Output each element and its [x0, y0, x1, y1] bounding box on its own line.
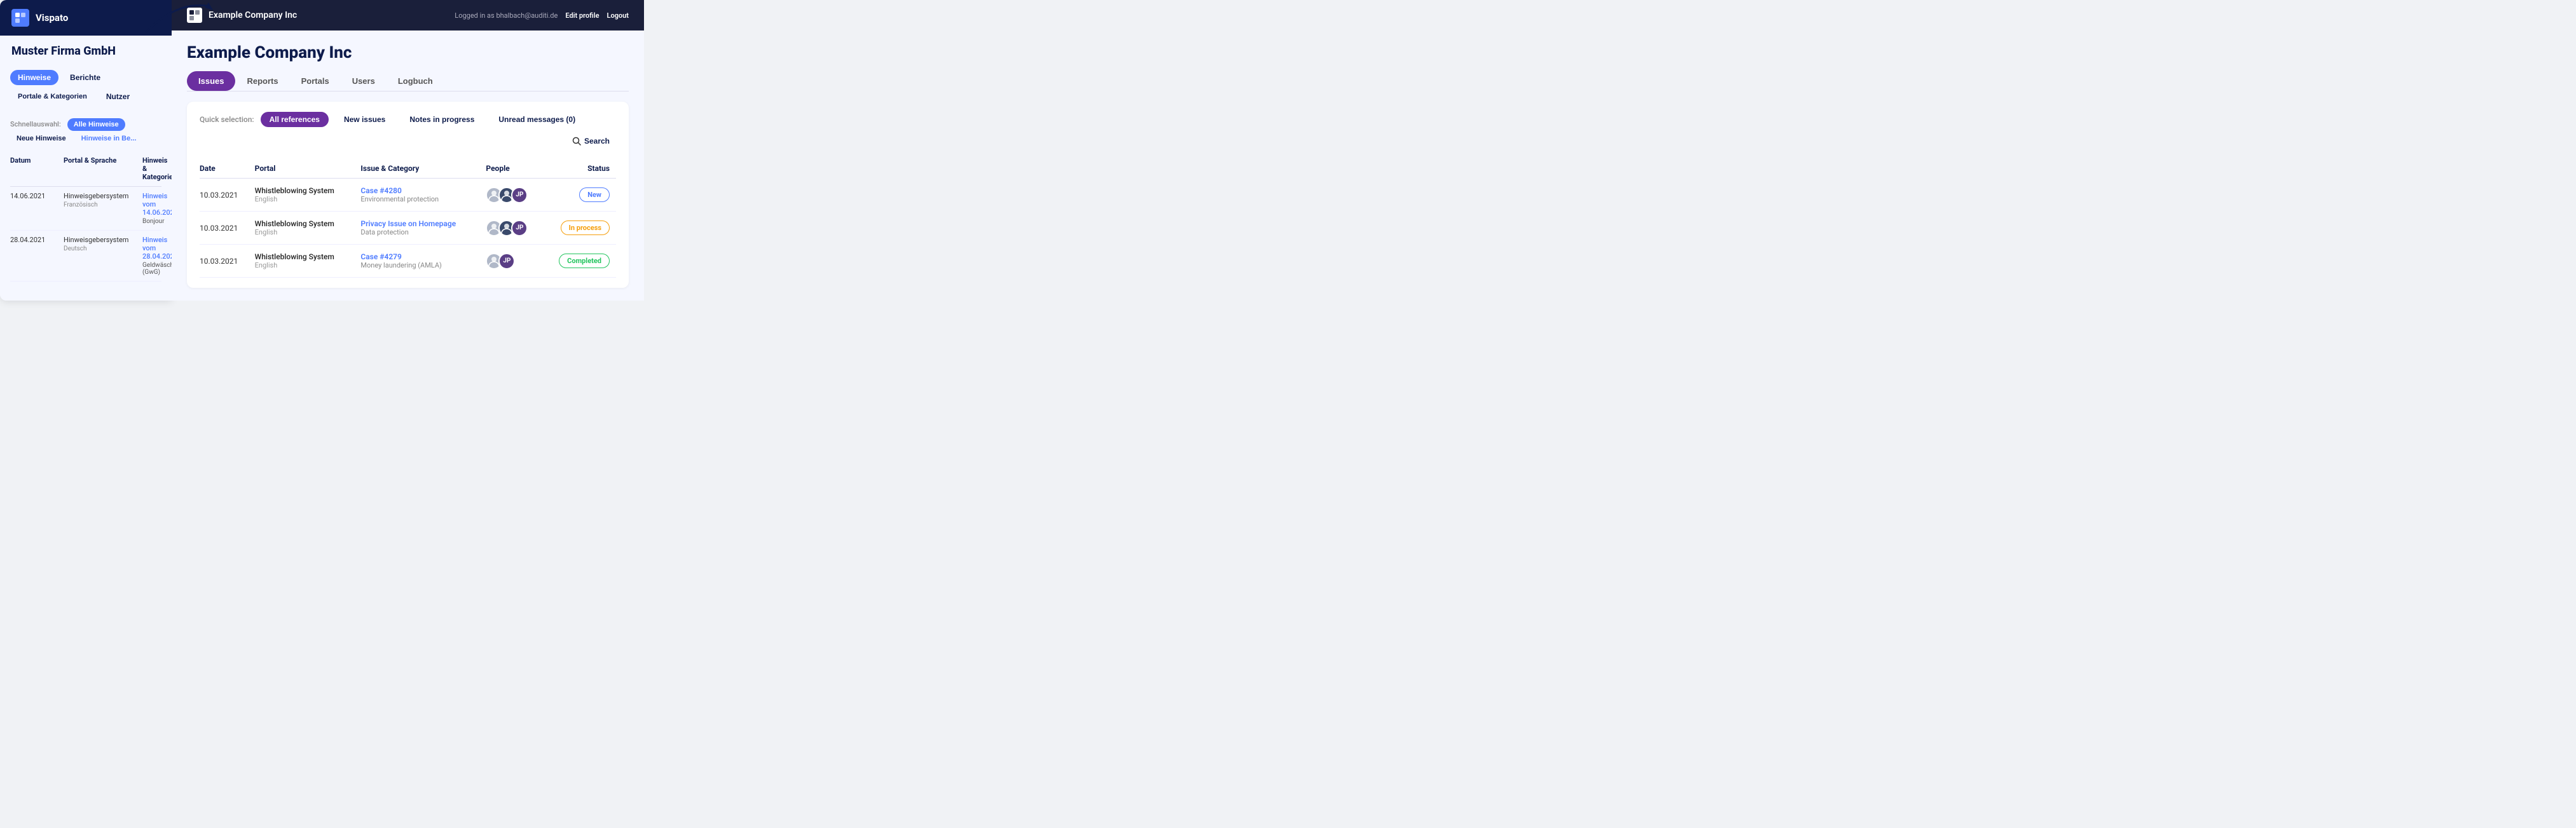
left-quick-label: Schnellauswahl: [10, 120, 61, 128]
search-button[interactable]: Search [566, 133, 616, 149]
left-quick-section: Schnellauswahl: Alle Hinweise Neue Hinwe… [0, 111, 172, 151]
table-row: 14.06.2021 Hinweisgebersystem Französisc… [10, 187, 161, 231]
topbar-edit-profile[interactable]: Edit profile [565, 11, 599, 20]
left-company-section: Muster Firma GmbH [0, 36, 172, 64]
left-quick-inprogress[interactable]: Hinweise in Be... [75, 132, 143, 145]
row0-status: New [545, 179, 616, 212]
filter-bar: Quick selection: All references New issu… [200, 112, 616, 149]
row1-date: 10.03.2021 [200, 212, 255, 245]
row2-date: 10.03.2021 [200, 245, 255, 278]
content-card: Quick selection: All references New issu… [187, 102, 629, 288]
left-header: Vispato [0, 0, 172, 36]
table-row: 10.03.2021Whistleblowing SystemEnglishCa… [200, 179, 616, 212]
left-row2-date: 28.04.2021 [10, 236, 61, 244]
status-badge: New [579, 187, 610, 202]
left-panel: Vispato Muster Firma GmbH Hinweise Beric… [0, 0, 172, 301]
filter-new-issues[interactable]: New issues [335, 112, 394, 127]
table-row: 10.03.2021Whistleblowing SystemEnglishCa… [200, 245, 616, 278]
left-col-datum: Datum [10, 156, 61, 181]
topbar-logged-in: Logged in as bhalbach@auditi.de [455, 11, 558, 20]
left-tab-hinweise[interactable]: Hinweise [10, 70, 58, 85]
left-row1-hinweis: Hinweis vom 14.06.2021 Bonjour [142, 192, 172, 225]
brand-name: Vispato [36, 12, 68, 24]
left-tab-berichte[interactable]: Berichte [62, 70, 108, 85]
tab-portals[interactable]: Portals [290, 71, 341, 91]
tab-logbuch[interactable]: Logbuch [387, 71, 444, 91]
filter-label: Quick selection: [200, 115, 254, 124]
left-table-header: Datum Portal & Sprache Hinweis & Kategor… [10, 151, 161, 187]
status-badge: Completed [559, 254, 610, 268]
row2-people: JP [486, 245, 545, 278]
table-header-row: Date Portal Issue & Category People Stat… [200, 159, 616, 179]
right-main: Example Company Inc Issues Reports Porta… [172, 31, 644, 301]
left-tab-nutzer[interactable]: Nutzer [99, 89, 137, 104]
topbar: Example Company Inc Logged in as bhalbac… [172, 0, 644, 31]
left-row2-hinweis: Hinweis vom 28.04.2021 Geldwäsche (GwG) [142, 236, 172, 276]
row0-portal: Whistleblowing SystemEnglish [255, 179, 361, 212]
avatar: JP [498, 253, 515, 269]
vispato-logo [11, 9, 29, 27]
row0-issue-link[interactable]: Case #4280 [360, 186, 402, 195]
table-row: 10.03.2021Whistleblowing SystemEnglishPr… [200, 212, 616, 245]
table-row: 28.04.2021 Hinweisgebersystem Deutsch Hi… [10, 231, 161, 282]
avatar: JP [511, 187, 528, 203]
topbar-auth: Logged in as bhalbach@auditi.de Edit pro… [455, 11, 629, 20]
topbar-logo: Example Company Inc [187, 8, 297, 23]
left-tab-portale[interactable]: Portale & Kategorien [10, 89, 95, 104]
company-icon [187, 8, 202, 23]
col-status: Status [545, 159, 616, 179]
tab-users[interactable]: Users [341, 71, 387, 91]
left-row1-link[interactable]: Hinweis vom 14.06.2021 [142, 192, 172, 217]
col-date: Date [200, 159, 255, 179]
left-quick-new[interactable]: Neue Hinweise [10, 132, 72, 145]
left-row1-portal: Hinweisgebersystem Französisch [64, 192, 140, 208]
left-table-section: Datum Portal & Sprache Hinweis & Kategor… [0, 151, 172, 301]
row1-portal: Whistleblowing SystemEnglish [255, 212, 361, 245]
row2-portal: Whistleblowing SystemEnglish [255, 245, 361, 278]
topbar-company-name: Example Company Inc [209, 10, 297, 20]
row0-people: JP [486, 179, 545, 212]
left-row1-date: 14.06.2021 [10, 192, 61, 200]
filter-all-refs[interactable]: All references [261, 112, 329, 127]
tab-issues[interactable]: Issues [187, 71, 235, 91]
row1-status: In process [545, 212, 616, 245]
topbar-logout[interactable]: Logout [607, 11, 629, 20]
col-people: People [486, 159, 545, 179]
left-row2-portal: Hinweisgebersystem Deutsch [64, 236, 140, 252]
status-badge: In process [561, 221, 610, 235]
left-company-name: Muster Firma GmbH [11, 44, 160, 58]
right-nav-tabs: Issues Reports Portals Users Logbuch [187, 71, 629, 92]
main-title: Example Company Inc [187, 43, 629, 62]
search-icon [572, 137, 581, 146]
filter-notes-progress[interactable]: Notes in progress [401, 112, 483, 127]
row0-date: 10.03.2021 [200, 179, 255, 212]
row2-issue-link[interactable]: Case #4279 [360, 252, 402, 261]
left-nav-tabs: Hinweise Berichte Portale & Kategorien N… [0, 64, 172, 111]
filter-unread[interactable]: Unread messages (0) [490, 112, 584, 127]
col-portal: Portal [255, 159, 361, 179]
left-quick-all[interactable]: Alle Hinweise [67, 118, 125, 131]
tab-reports[interactable]: Reports [235, 71, 289, 91]
col-issue: Issue & Category [360, 159, 486, 179]
avatar: JP [511, 220, 528, 236]
app-wrapper: Vispato Muster Firma GmbH Hinweise Beric… [0, 0, 644, 301]
row1-issue: Privacy Issue on HomepageData protection [360, 212, 486, 245]
row1-issue-link[interactable]: Privacy Issue on Homepage [360, 219, 456, 228]
row2-status: Completed [545, 245, 616, 278]
left-row2-link[interactable]: Hinweis vom 28.04.2021 [142, 236, 172, 261]
left-col-hinweis: Hinweis & Kategorie [142, 156, 172, 181]
search-label: Search [584, 137, 610, 146]
row0-issue: Case #4280Environmental protection [360, 179, 486, 212]
left-col-portal: Portal & Sprache [64, 156, 140, 181]
issues-table: Date Portal Issue & Category People Stat… [200, 159, 616, 278]
right-panel: Example Company Inc Logged in as bhalbac… [172, 0, 644, 301]
row1-people: JP [486, 212, 545, 245]
row2-issue: Case #4279Money laundering (AMLA) [360, 245, 486, 278]
